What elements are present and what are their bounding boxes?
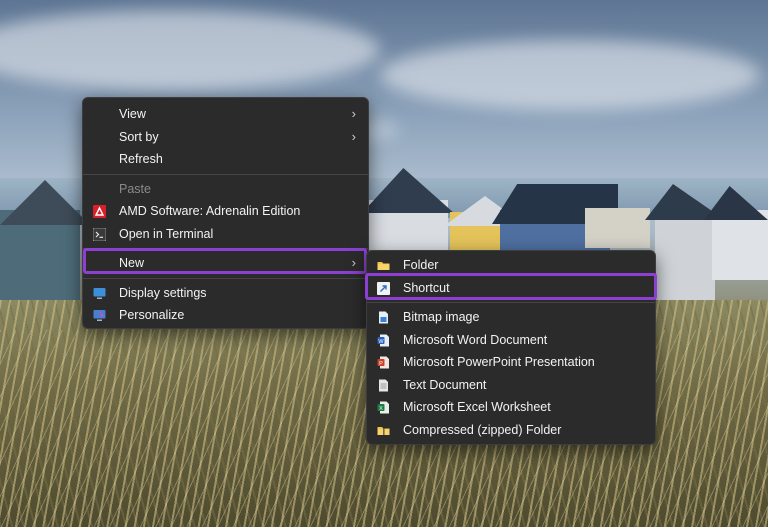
bitmap-icon [379,311,388,324]
menu-item-paste: Paste [83,178,368,201]
svg-text:X: X [379,406,383,412]
menu-item-refresh[interactable]: Refresh [83,148,368,171]
menu-item-label: Open in Terminal [119,226,214,241]
chevron-right-icon: › [351,106,356,121]
submenu-item-folder[interactable]: Folder [367,254,655,277]
submenu-item-label: Folder [403,258,439,272]
menu-item-view[interactable]: View › [83,103,368,126]
menu-separator [83,248,368,249]
desktop-context-menu: View › Sort by › Refresh Paste AMD Softw… [82,97,369,329]
zip-folder-icon [377,426,390,435]
excel-icon: X [377,401,389,414]
chevron-right-icon: › [351,128,356,144]
submenu-item-powerpoint-presentation[interactable]: P Microsoft PowerPoint Presentation [367,351,655,374]
chevron-right-icon: › [351,255,356,270]
menu-item-display-settings[interactable]: Display settings [83,282,368,305]
menu-item-amd-software[interactable]: AMD Software: Adrenalin Edition [83,200,368,223]
submenu-item-excel-worksheet[interactable]: X Microsoft Excel Worksheet [367,396,655,419]
menu-item-open-terminal[interactable]: Open in Terminal [83,223,368,246]
menu-item-label: AMD Software: Adrenalin Edition [119,204,301,218]
powerpoint-icon: P [377,356,389,369]
terminal-icon [93,227,106,241]
personalize-icon [93,310,106,321]
submenu-item-label: Microsoft Word Document [403,332,548,347]
menu-item-personalize[interactable]: Personalize [83,304,368,327]
submenu-item-label: Bitmap image [403,310,480,324]
menu-item-label: Sort by [119,129,159,144]
word-icon: W [377,334,389,346]
amd-icon [93,205,106,218]
menu-separator [367,302,655,303]
shortcut-icon [377,281,390,295]
svg-text:P: P [379,361,383,367]
submenu-item-word-document[interactable]: W Microsoft Word Document [367,329,655,352]
menu-item-label: Refresh [119,152,163,166]
submenu-item-label: Microsoft PowerPoint Presentation [403,355,595,369]
text-document-icon [379,379,388,391]
folder-icon [377,262,390,270]
submenu-item-label: Text Document [403,377,487,392]
menu-separator [83,173,368,175]
menu-item-new[interactable]: New › [83,252,368,275]
menu-separator [83,277,368,279]
display-icon [93,287,106,299]
submenu-item-compressed-folder[interactable]: Compressed (zipped) Folder [367,419,655,442]
submenu-item-label: Microsoft Excel Worksheet [403,400,551,414]
submenu-item-text-document[interactable]: Text Document [367,374,655,397]
submenu-item-bitmap-image[interactable]: Bitmap image [367,306,655,329]
submenu-item-shortcut[interactable]: Shortcut [367,277,655,300]
submenu-item-label: Shortcut [403,280,450,295]
menu-item-sort-by[interactable]: Sort by › [83,126,368,149]
svg-text:W: W [378,338,384,344]
submenu-item-label: Compressed (zipped) Folder [403,422,562,437]
menu-item-label: Personalize [119,308,185,322]
new-submenu: Folder Shortcut Bitmap image W Microsoft… [366,250,656,445]
menu-item-label: Paste [119,181,151,196]
menu-item-label: View [119,107,146,121]
menu-item-label: Display settings [119,285,207,300]
menu-item-label: New [119,256,145,270]
